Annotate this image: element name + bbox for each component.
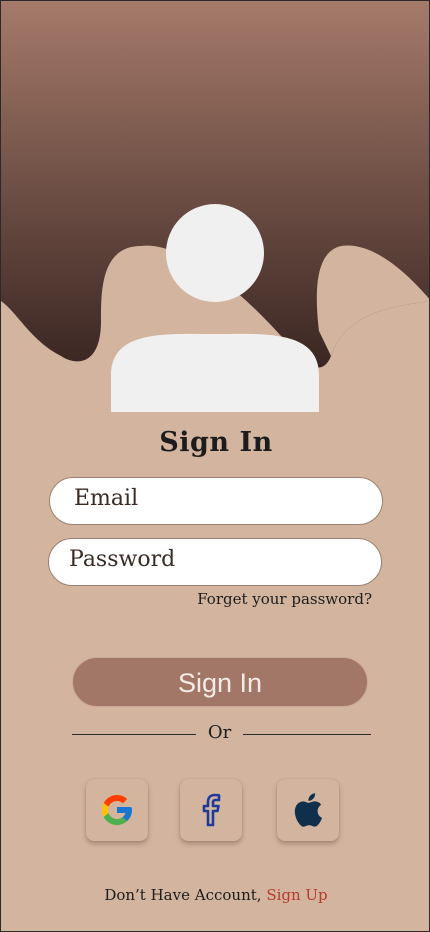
apple-icon bbox=[294, 793, 323, 827]
email-input[interactable] bbox=[50, 478, 382, 524]
signup-prompt: Don’t Have Account, Sign Up bbox=[1, 886, 429, 904]
password-field[interactable] bbox=[48, 538, 382, 586]
forgot-password-link[interactable]: Forget your password? bbox=[197, 590, 372, 608]
or-label: Or bbox=[207, 722, 232, 743]
user-avatar-icon bbox=[111, 204, 319, 412]
sign-up-link[interactable]: Sign Up bbox=[266, 886, 327, 904]
apple-login-button[interactable] bbox=[277, 779, 339, 841]
google-icon bbox=[102, 795, 132, 825]
facebook-icon bbox=[202, 793, 221, 827]
email-field[interactable] bbox=[49, 477, 383, 525]
divider-right bbox=[243, 734, 371, 735]
login-screen: Sign In Forget your password? Sign In Or… bbox=[0, 0, 430, 932]
password-input[interactable] bbox=[49, 539, 381, 585]
sign-in-button[interactable]: Sign In bbox=[72, 657, 368, 707]
signup-prompt-text: Don’t Have Account, bbox=[104, 886, 262, 904]
facebook-login-button[interactable] bbox=[180, 779, 242, 841]
divider-left bbox=[72, 734, 196, 735]
google-login-button[interactable] bbox=[86, 779, 148, 841]
page-title: Sign In bbox=[159, 427, 273, 458]
